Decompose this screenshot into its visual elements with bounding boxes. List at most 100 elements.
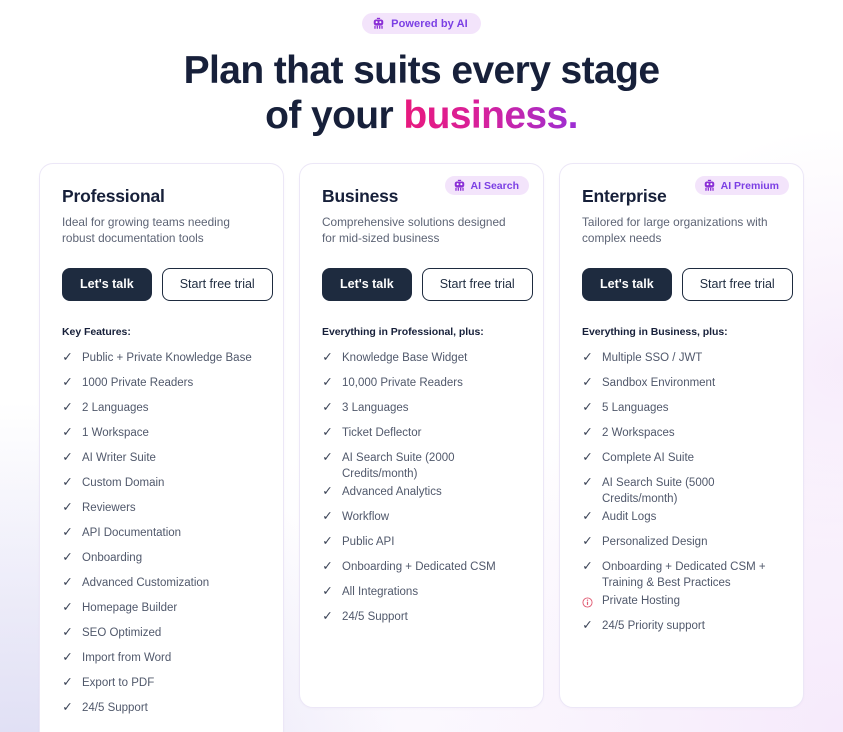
feature-label: Onboarding: [82, 551, 143, 564]
feature-item: ✓ Public + Private Knowledge Base: [62, 349, 261, 374]
check-icon: ✓: [322, 533, 333, 548]
check-icon: ✓: [62, 624, 73, 639]
feature-item: ✓ AI Writer Suite: [62, 449, 261, 474]
feature-label: Reviewers: [82, 501, 136, 514]
features-heading: Key Features:: [62, 325, 131, 338]
check-icon: ✓: [582, 508, 593, 523]
check-icon: ✓: [582, 449, 593, 464]
check-icon: ✓: [582, 399, 593, 414]
check-icon: ✓: [62, 449, 73, 464]
plan-actions: Let's talk Start free trial: [62, 268, 273, 301]
feature-item: ✓ Knowledge Base Widget: [322, 349, 521, 374]
feature-label: AI Search Suite (5000 Credits/month): [602, 476, 715, 506]
headline-line-2-prefix: of your: [265, 94, 404, 137]
plan-description: Ideal for growing teams needing robust d…: [62, 215, 230, 245]
lets-talk-button[interactable]: Let's talk: [62, 268, 152, 301]
feature-label: Sandbox Environment: [602, 376, 716, 389]
check-icon: ✓: [582, 424, 593, 439]
check-icon: ✓: [62, 474, 73, 489]
start-free-trial-button[interactable]: Start free trial: [161, 268, 273, 301]
feature-item: ✓ AI Search Suite (5000 Credits/month): [582, 474, 781, 508]
feature-item: ✓ Ticket Deflector: [322, 424, 521, 449]
feature-item: ✓ 24/5 Support: [62, 699, 261, 724]
check-icon: ✓: [62, 349, 73, 364]
feature-label: Public API: [342, 535, 395, 548]
feature-label: 2 Workspaces: [602, 426, 675, 439]
feature-label: Public + Private Knowledge Base: [82, 351, 252, 364]
plan-card-professional: Professional Ideal for growing teams nee…: [39, 163, 284, 732]
feature-label: SEO Optimized: [82, 626, 162, 639]
plan-description: Tailored for large organizations with co…: [582, 215, 768, 245]
pricing-cards: Professional Ideal for growing teams nee…: [39, 163, 804, 732]
feature-item: ✓ 1 Workspace: [62, 424, 261, 449]
ai-search-badge: AI Search: [444, 176, 529, 195]
feature-item: ✓ 5 Languages: [582, 399, 781, 424]
page-title: Plan that suits every stage of your busi…: [184, 48, 660, 138]
lets-talk-button[interactable]: Let's talk: [322, 268, 412, 301]
feature-item: ✓ 2 Workspaces: [582, 424, 781, 449]
feature-item: ✓ Personalized Design: [582, 533, 781, 558]
feature-item: ✓ Sandbox Environment: [582, 374, 781, 399]
feature-item: ✓ Reviewers: [62, 499, 261, 524]
lets-talk-button[interactable]: Let's talk: [582, 268, 672, 301]
feature-item: ✓ SEO Optimized: [62, 624, 261, 649]
feature-label: Private Hosting: [602, 594, 680, 607]
feature-label: Onboarding + Dedicated CSM: [342, 560, 496, 573]
check-icon: ✓: [322, 399, 333, 414]
feature-label: Complete AI Suite: [602, 451, 695, 464]
feature-item: ✓ 2 Languages: [62, 399, 261, 424]
powered-by-ai-badge: Powered by AI: [362, 13, 481, 34]
check-icon: ✓: [62, 649, 73, 664]
feature-label: 24/5 Priority support: [602, 619, 705, 632]
info-icon: [582, 595, 593, 608]
check-icon: ✓: [62, 399, 73, 414]
powered-by-ai-label: Powered by AI: [391, 17, 468, 30]
feature-item: ✓ All Integrations: [322, 583, 521, 608]
feature-label: Advanced Customization: [82, 576, 210, 589]
feature-label: 2 Languages: [82, 401, 149, 414]
start-free-trial-button[interactable]: Start free trial: [421, 268, 533, 301]
feature-item: ✓ Custom Domain: [62, 474, 261, 499]
plan-card-business: AI Search Business Comprehensive solutio…: [299, 163, 544, 708]
feature-label: Workflow: [342, 510, 390, 523]
check-icon: ✓: [322, 449, 333, 464]
feature-label: Homepage Builder: [82, 601, 178, 614]
feature-label: 10,000 Private Readers: [342, 376, 463, 389]
feature-list-business: ✓ Knowledge Base Widget ✓ 10,000 Private Re…: [322, 349, 521, 633]
check-icon: ✓: [582, 349, 593, 364]
feature-item: ✓ Multiple SSO / JWT: [582, 349, 781, 374]
check-icon: ✓: [62, 574, 73, 589]
ai-badge-label: AI Premium: [720, 179, 779, 192]
check-icon: ✓: [322, 583, 333, 598]
feature-label: 24/5 Support: [82, 701, 148, 714]
feature-item: ✓ AI Search Suite (2000 Credits/month): [322, 449, 521, 483]
ai-badge-label: AI Search: [470, 179, 519, 192]
robot-icon: [703, 179, 716, 192]
feature-item: ✓ 24/5 Priority support: [582, 617, 781, 642]
feature-item: ✓ Audit Logs: [582, 508, 781, 533]
feature-item: ✓ Onboarding + Dedicated CSM: [322, 558, 521, 583]
check-icon: ✓: [62, 599, 73, 614]
start-free-trial-button[interactable]: Start free trial: [681, 268, 793, 301]
plan-actions: Let's talk Start free trial: [582, 268, 793, 301]
check-icon: ✓: [322, 349, 333, 364]
robot-icon: [453, 179, 466, 192]
check-icon: ✓: [322, 483, 333, 498]
check-icon: ✓: [582, 533, 593, 548]
check-icon: ✓: [62, 549, 73, 564]
feature-label: Onboarding + Dedicated CSM + Training & …: [602, 560, 766, 590]
check-icon: ✓: [582, 374, 593, 389]
feature-label: Audit Logs: [602, 510, 657, 523]
plan-actions: Let's talk Start free trial: [322, 268, 533, 301]
check-icon: ✓: [62, 524, 73, 539]
feature-item: ✓ Homepage Builder: [62, 599, 261, 624]
feature-label: Advanced Analytics: [342, 485, 442, 498]
feature-label: 1 Workspace: [82, 426, 149, 439]
feature-item: ✓ Import from Word: [62, 649, 261, 674]
feature-item: ✓ API Documentation: [62, 524, 261, 549]
feature-label: 24/5 Support: [342, 610, 408, 623]
check-icon: ✓: [62, 499, 73, 514]
features-heading: Everything in Professional, plus:: [322, 325, 484, 338]
feature-item: ✓ 3 Languages: [322, 399, 521, 424]
check-icon: ✓: [322, 558, 333, 573]
